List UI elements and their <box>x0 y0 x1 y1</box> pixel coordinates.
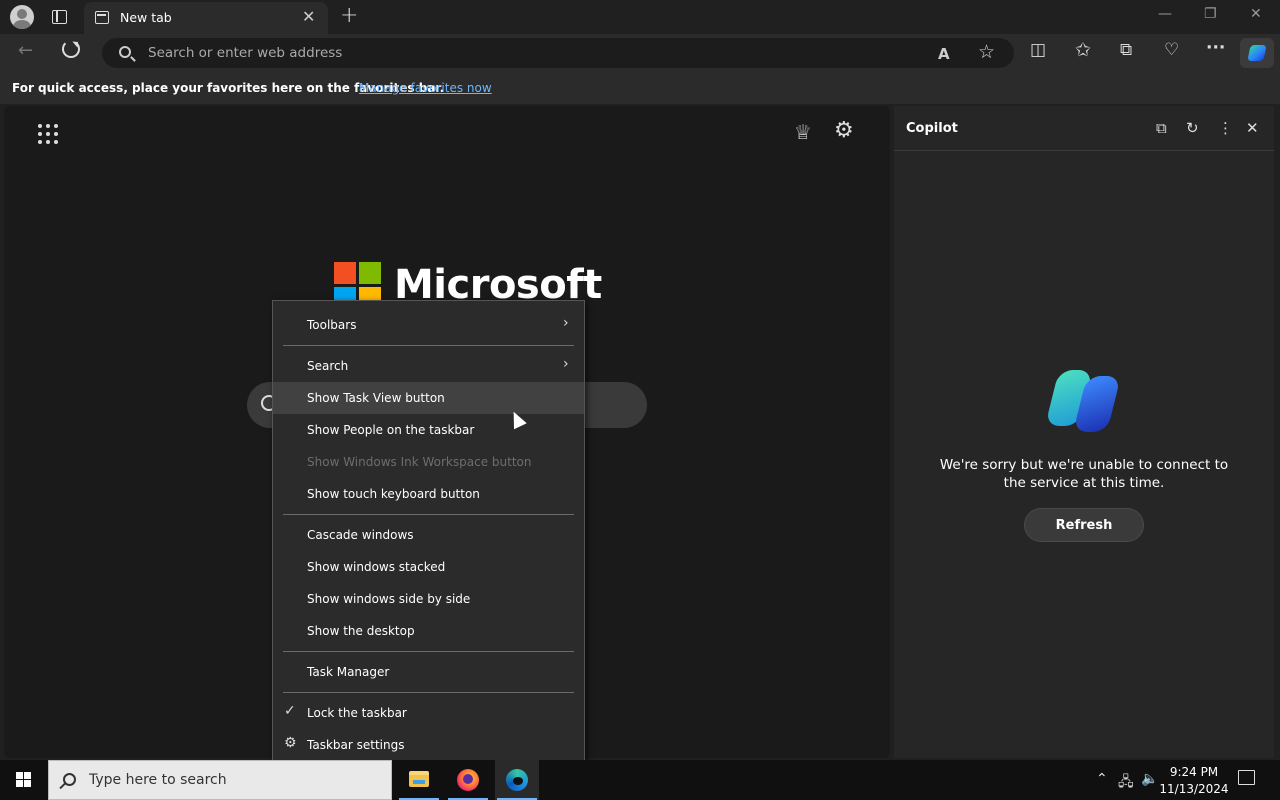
taskbar-clock[interactable]: 9:24 PM 11/13/2024 <box>1156 764 1232 798</box>
submenu-arrow-icon: › <box>563 356 569 372</box>
new-tab-button[interactable]: + <box>340 3 358 28</box>
tab-new-tab[interactable]: New tab ✕ <box>84 2 328 34</box>
menu-item-toolbars[interactable]: Toolbars › <box>273 309 584 341</box>
edge-icon <box>506 769 528 791</box>
menu-item-lock-taskbar[interactable]: ✓ Lock the taskbar <box>273 697 584 729</box>
profile-avatar-icon[interactable] <box>10 5 34 29</box>
taskbar-app-file-explorer[interactable] <box>397 760 441 800</box>
pane-more-icon[interactable]: ⋮ <box>1218 119 1233 137</box>
gear-icon: ⚙ <box>284 735 297 751</box>
favorite-star-icon[interactable]: ☆ <box>978 43 995 62</box>
copilot-header: Copilot ⧉ ↻ ⋮ ✕ <box>894 106 1274 151</box>
clock-time: 9:24 PM <box>1169 765 1219 779</box>
search-icon <box>63 773 76 786</box>
taskbar-app-edge[interactable] <box>495 760 539 800</box>
favorites-icon[interactable]: ✩ <box>1075 41 1091 60</box>
tab-close-icon[interactable]: ✕ <box>302 7 315 26</box>
menu-divider <box>283 514 574 515</box>
minimize-button[interactable]: — <box>1158 6 1172 22</box>
rewards-trophy-icon[interactable]: ♕ <box>794 120 812 144</box>
menu-item-show-people[interactable]: Show People on the taskbar <box>273 414 584 446</box>
manage-favorites-link[interactable]: Manage favorites now <box>359 81 492 95</box>
copilot-pane: Copilot ⧉ ↻ ⋮ ✕ We're sorry but we're un… <box>894 106 1274 758</box>
copilot-error-message: We're sorry but we're unable to connect … <box>939 457 1229 491</box>
open-in-new-icon[interactable]: ⧉ <box>1156 119 1167 137</box>
taskbar-app-firefox[interactable] <box>446 760 490 800</box>
favorites-bar: For quick access, place your favorites h… <box>0 72 1280 104</box>
taskbar-search-input[interactable] <box>89 772 379 788</box>
refresh-pane-icon[interactable]: ↻ <box>1186 119 1199 137</box>
close-pane-icon[interactable]: ✕ <box>1246 119 1259 137</box>
address-input[interactable] <box>148 45 908 61</box>
menu-item-cascade-windows[interactable]: Cascade windows <box>273 519 584 551</box>
reload-icon[interactable] <box>62 40 80 58</box>
windows-taskbar: ⌃ 🖧 🔈 9:24 PM 11/13/2024 <box>0 760 1280 800</box>
menu-divider <box>283 692 574 693</box>
page-settings-gear-icon[interactable]: ⚙ <box>834 118 854 143</box>
split-screen-icon[interactable]: ◫ <box>1030 42 1046 59</box>
menu-item-windows-side-by-side[interactable]: Show windows side by side <box>273 583 584 615</box>
close-window-button[interactable]: ✕ <box>1250 6 1262 22</box>
collections-icon[interactable]: ⧉ <box>1120 42 1132 59</box>
performance-heart-icon[interactable]: ♡ <box>1164 42 1179 59</box>
back-arrow-icon[interactable]: ← <box>18 40 33 61</box>
menu-item-task-manager[interactable]: Task Manager <box>273 656 584 688</box>
menu-divider <box>283 651 574 652</box>
more-options-icon[interactable]: ··· <box>1206 40 1225 57</box>
taskbar-context-menu: Toolbars › Search › Show Task View butto… <box>272 300 585 770</box>
title-bar: New tab ✕ + — ❐ ✕ <box>0 0 1280 34</box>
tray-chevron-icon[interactable]: ⌃ <box>1096 771 1108 787</box>
network-icon[interactable]: 🖧 <box>1118 771 1134 795</box>
menu-item-show-ink-workspace: Show Windows Ink Workspace button <box>307 455 532 469</box>
menu-item-show-desktop[interactable]: Show the desktop <box>273 615 584 647</box>
submenu-arrow-icon: › <box>563 315 569 331</box>
notification-center-icon[interactable] <box>1238 770 1255 785</box>
menu-item-windows-stacked[interactable]: Show windows stacked <box>273 551 584 583</box>
browser-toolbar: ← A ☆ ◫ ✩ ⧉ ♡ ··· <box>0 34 1280 72</box>
copilot-title: Copilot <box>906 121 958 136</box>
menu-divider <box>283 345 574 346</box>
copilot-refresh-button[interactable]: Refresh <box>1024 508 1144 542</box>
menu-item-search[interactable]: Search › <box>273 350 584 382</box>
menu-item-show-touch-keyboard[interactable]: Show touch keyboard button <box>273 478 584 510</box>
address-bar[interactable]: A ☆ <box>102 38 1014 68</box>
search-icon <box>119 46 131 58</box>
checkmark-icon: ✓ <box>284 703 296 719</box>
clock-date: 11/13/2024 <box>1159 782 1229 796</box>
taskbar-search-box[interactable] <box>48 760 392 800</box>
firefox-icon <box>457 769 479 791</box>
app-launcher-icon[interactable] <box>38 124 58 144</box>
file-explorer-icon <box>409 771 429 787</box>
read-aloud-icon[interactable]: A <box>938 47 950 62</box>
menu-item-taskbar-settings[interactable]: ⚙ Taskbar settings <box>273 729 584 761</box>
start-windows-icon[interactable] <box>16 772 32 788</box>
restore-button[interactable]: ❐ <box>1204 6 1217 22</box>
copilot-toolbar-icon[interactable] <box>1240 38 1274 68</box>
tab-actions-icon[interactable] <box>52 10 67 24</box>
copilot-logo-icon <box>1045 366 1121 434</box>
tab-title: New tab <box>120 10 172 25</box>
menu-item-show-task-view[interactable]: Show Task View button <box>273 382 584 414</box>
new-tab-favicon-icon <box>95 11 109 24</box>
